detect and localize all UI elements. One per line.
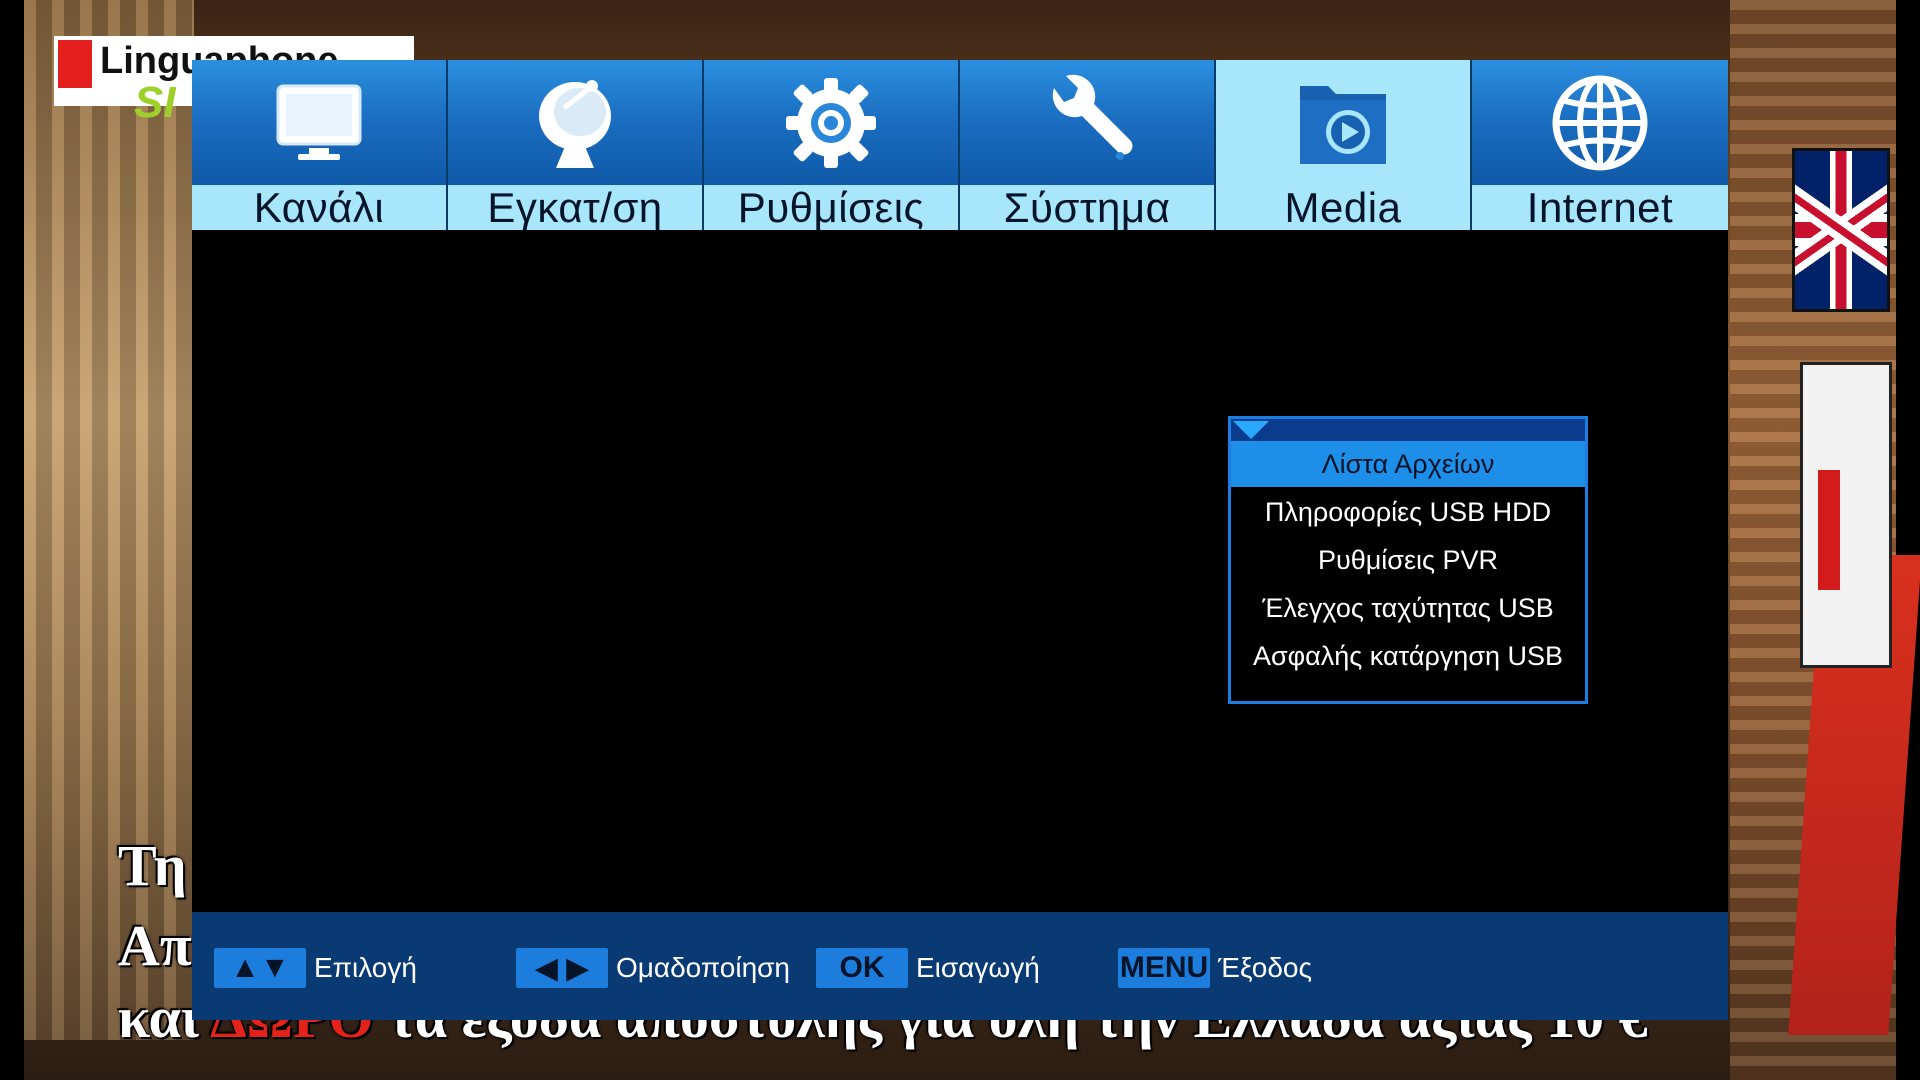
right-border <box>1896 0 1920 1080</box>
hint-exit: MENU Έξοδος <box>1118 948 1312 988</box>
poster-image <box>1800 362 1892 668</box>
media-submenu: Λίστα Αρχείων Πληροφορίες USB HDD Ρυθμίσ… <box>1228 416 1588 704</box>
logo-suffix: SI <box>134 78 176 127</box>
left-border <box>0 0 24 1080</box>
menu-content-area: Λίστα Αρχείων Πληροφορίες USB HDD Ρυθμίσ… <box>192 230 1728 912</box>
hint-group: ◀ ▶ Ομαδοποίηση <box>516 948 790 988</box>
tv-icon <box>276 84 362 160</box>
satellite-dish-icon <box>539 79 611 168</box>
tab-system[interactable]: Σύστημα <box>960 60 1216 231</box>
tab-label: Εγκατ/ση <box>448 184 702 231</box>
globe-icon <box>1552 75 1648 170</box>
submenu-item-file-list[interactable]: Λίστα Αρχείων <box>1231 441 1585 487</box>
tab-label: Σύστημα <box>960 184 1214 231</box>
tab-label: Ρυθμίσεις <box>704 184 958 231</box>
tab-label: Κανάλι <box>192 184 446 231</box>
submenu-item-pvr-settings[interactable]: Ρυθμίσεις PVR <box>1231 537 1585 583</box>
logo-mark <box>58 40 92 88</box>
subtitle-line-2: Απ <box>118 913 192 978</box>
uk-flag-image <box>1792 148 1890 312</box>
menu-key-icon: MENU <box>1118 948 1210 988</box>
tab-installation[interactable]: Εγκατ/ση <box>448 60 704 231</box>
submenu-item-safe-remove-usb[interactable]: Ασφαλής κατάργηση USB <box>1231 633 1585 679</box>
hint-label: Ομαδοποίηση <box>616 952 791 983</box>
media-folder-icon <box>1300 85 1386 164</box>
tab-internet[interactable]: Internet <box>1472 60 1728 231</box>
main-menu-osd: Κανάλι Εγκατ/ση Ρυθμίσεις Σύστημα Media … <box>192 60 1728 1020</box>
poster-accent <box>1818 470 1840 590</box>
hint-select: ▲▼ Επιλογή <box>214 948 417 988</box>
up-down-key-icon: ▲▼ <box>214 948 306 988</box>
hint-enter: OK Εισαγωγή <box>816 948 1040 988</box>
tab-label: Media <box>1216 184 1470 231</box>
gear-icon <box>786 77 876 168</box>
hint-label: Εισαγωγή <box>916 952 1040 983</box>
dropdown-arrow-icon <box>1233 421 1269 439</box>
subtitle-line-1: Τη <box>118 833 187 898</box>
menu-tab-bar: Κανάλι Εγκατ/ση Ρυθμίσεις Σύστημα Media … <box>192 60 1728 231</box>
left-right-key-icon: ◀ ▶ <box>516 948 608 988</box>
submenu-item-usb-hdd-info[interactable]: Πληροφορίες USB HDD <box>1231 489 1585 535</box>
submenu-item-usb-speed-test[interactable]: Έλεγχος ταχύτητας USB <box>1231 585 1585 631</box>
hint-label: Έξοδος <box>1218 952 1312 983</box>
tab-channel[interactable]: Κανάλι <box>192 60 448 231</box>
wrench-icon <box>1052 74 1133 160</box>
tab-label: Internet <box>1472 184 1728 231</box>
submenu-header <box>1231 419 1585 441</box>
hint-label: Επιλογή <box>314 952 417 983</box>
tab-settings[interactable]: Ρυθμίσεις <box>704 60 960 231</box>
tab-media[interactable]: Media <box>1216 60 1472 231</box>
ok-key-icon: OK <box>816 948 908 988</box>
help-bar: ▲▼ Επιλογή ◀ ▶ Ομαδοποίηση OK Εισαγωγή M… <box>192 912 1728 1020</box>
